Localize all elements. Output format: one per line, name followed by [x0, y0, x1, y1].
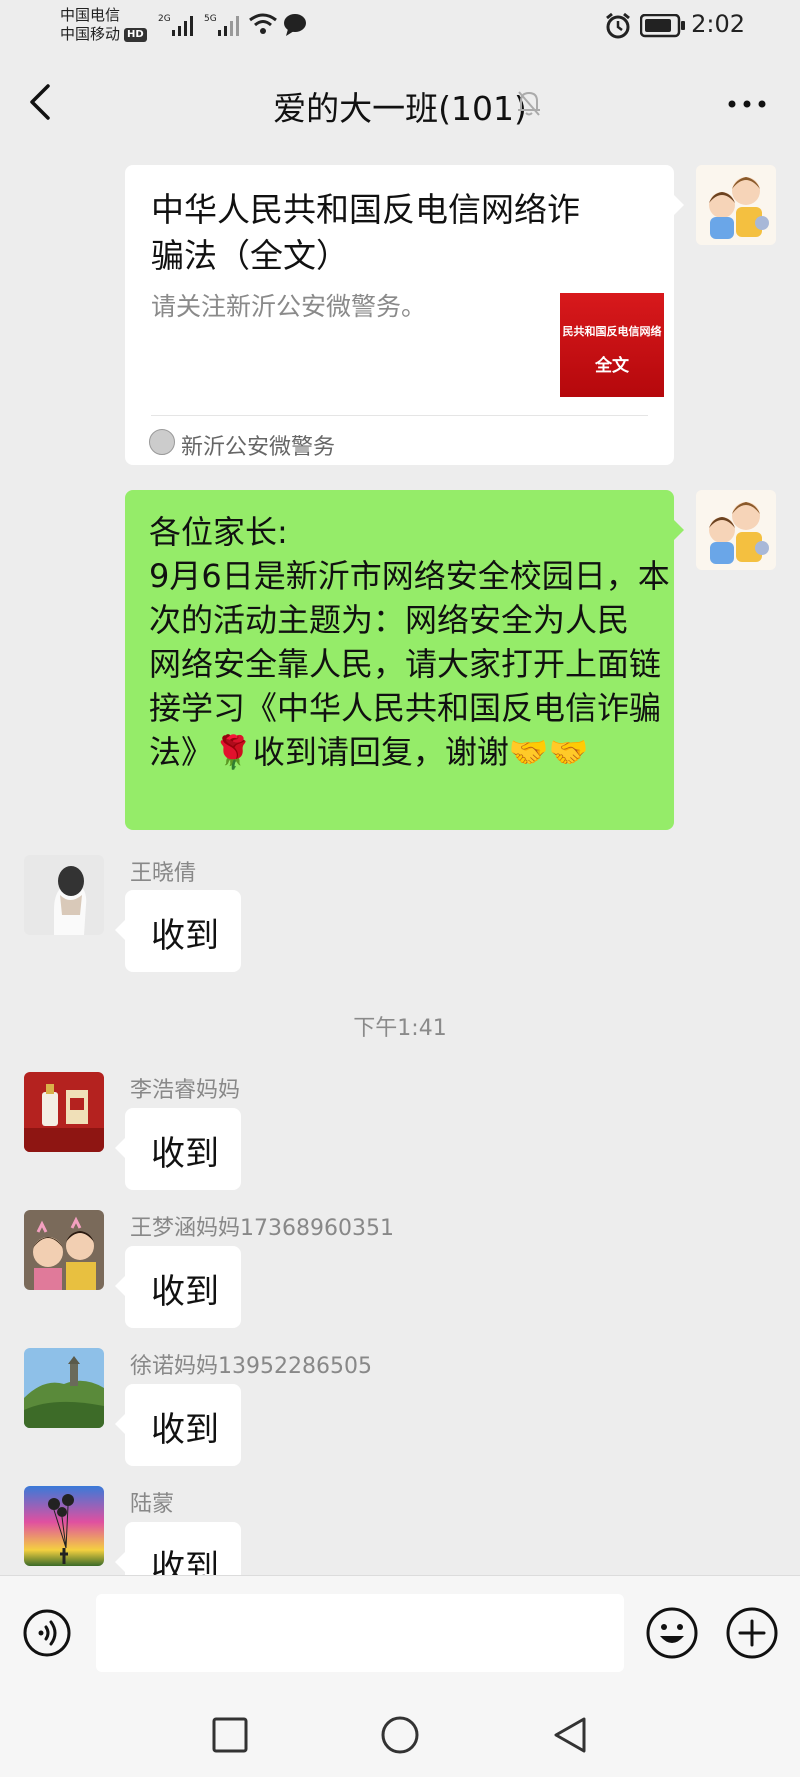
signal-5g-icon: 5G	[204, 14, 239, 36]
carrier-2: 中国移动	[60, 25, 121, 43]
my-avatar-image	[696, 490, 776, 570]
status-bar: 中国电信 中国移动 HD 2G 5G 2:02	[0, 0, 800, 52]
received-message-text: 收到	[151, 1134, 219, 1174]
member-avatar-image	[24, 1072, 104, 1152]
bubble-tail	[674, 195, 684, 215]
member-avatar[interactable]	[24, 1348, 104, 1428]
system-navigation-bar	[0, 1695, 800, 1777]
alarm-icon	[606, 12, 630, 39]
hd-badge: HD	[124, 27, 147, 42]
my-avatar-image	[696, 165, 776, 245]
member-avatar-image	[24, 1210, 104, 1290]
chat-header: 爱的大一班(101)	[0, 52, 800, 150]
voice-icon[interactable]	[22, 1608, 72, 1658]
message-input-bar	[0, 1575, 800, 1696]
carrier-1: 中国电信	[60, 6, 121, 24]
received-message[interactable]: 收到	[125, 1522, 241, 1575]
link-card-description: 请关注新沂公安微警务。	[151, 292, 427, 321]
carrier-info: 中国电信 中国移动 HD	[60, 6, 147, 44]
bubble-tail	[115, 1276, 125, 1296]
back-nav-icon[interactable]	[548, 1713, 592, 1757]
bubble-tail	[115, 1414, 125, 1434]
message-input[interactable]	[96, 1594, 624, 1672]
message-notification-icon	[284, 14, 306, 36]
member-avatar-image	[24, 1348, 104, 1428]
message-timestamp: 下午1:41	[353, 1016, 447, 1041]
received-message[interactable]: 收到	[125, 1246, 241, 1328]
sender-name: 徐诺妈妈13952286505	[130, 1354, 372, 1379]
received-message-text: 收到	[151, 916, 219, 956]
link-card-source: 新沂公安微警务	[181, 435, 336, 460]
sent-message-text: 各位家长: 9月6日是新沂市网络安全校园日，本次的活动主题为：网络安全为人民 网…	[149, 513, 670, 771]
sender-name: 陆蒙	[130, 1492, 175, 1517]
link-card-message[interactable]: 中华人民共和国反电信网络诈骗法（全文） 请关注新沂公安微警务。 民共和国反电信网…	[125, 165, 674, 465]
chat-title: 爱的大一班(101)	[273, 89, 527, 128]
thumbnail-line2: 全文	[595, 356, 629, 376]
member-avatar-image	[24, 855, 104, 935]
plus-icon[interactable]	[725, 1606, 779, 1660]
received-message-text: 收到	[151, 1272, 219, 1312]
member-avatar[interactable]	[24, 1486, 104, 1566]
emoji-icon[interactable]	[645, 1606, 699, 1660]
sender-name: 李浩睿妈妈	[130, 1078, 241, 1103]
sent-text-message[interactable]: 各位家长: 9月6日是新沂市网络安全校园日，本次的活动主题为：网络安全为人民 网…	[125, 490, 674, 830]
received-message[interactable]: 收到	[125, 1108, 241, 1190]
bubble-tail	[115, 1552, 125, 1572]
link-card-thumbnail: 民共和国反电信网络 全文	[560, 293, 664, 397]
source-account-icon	[149, 429, 175, 455]
thumbnail-line1: 民共和国反电信网络	[562, 325, 662, 338]
received-message[interactable]: 收到	[125, 890, 241, 972]
bubble-tail	[115, 1138, 125, 1158]
link-card-title: 中华人民共和国反电信网络诈骗法（全文）	[151, 190, 580, 275]
bell-muted-icon	[518, 91, 540, 116]
clock: 2:02	[691, 10, 745, 38]
member-avatar-image	[24, 1486, 104, 1566]
my-avatar[interactable]	[696, 165, 776, 245]
member-avatar[interactable]	[24, 1210, 104, 1290]
svg-text:5G: 5G	[204, 14, 217, 24]
wifi-icon	[249, 13, 277, 34]
sender-name: 王晓倩	[130, 861, 197, 886]
member-avatar[interactable]	[24, 1072, 104, 1152]
signal-2g-icon: 2G	[158, 14, 193, 36]
member-avatar[interactable]	[24, 855, 104, 935]
more-icon[interactable]	[722, 84, 772, 124]
battery-icon	[640, 14, 685, 38]
link-card-divider	[151, 415, 648, 416]
my-avatar[interactable]	[696, 490, 776, 570]
received-message-text: 收到	[151, 1548, 219, 1575]
svg-text:2G: 2G	[158, 14, 171, 24]
recent-apps-icon[interactable]	[208, 1713, 252, 1757]
received-message[interactable]: 收到	[125, 1384, 241, 1466]
received-message-text: 收到	[151, 1410, 219, 1450]
chat-message-list[interactable]: 中华人民共和国反电信网络诈骗法（全文） 请关注新沂公安微警务。 民共和国反电信网…	[0, 150, 800, 1575]
bubble-tail	[674, 520, 684, 540]
sender-name: 王梦涵妈妈17368960351	[130, 1216, 394, 1241]
home-icon[interactable]	[378, 1713, 422, 1757]
bubble-tail	[115, 920, 125, 940]
